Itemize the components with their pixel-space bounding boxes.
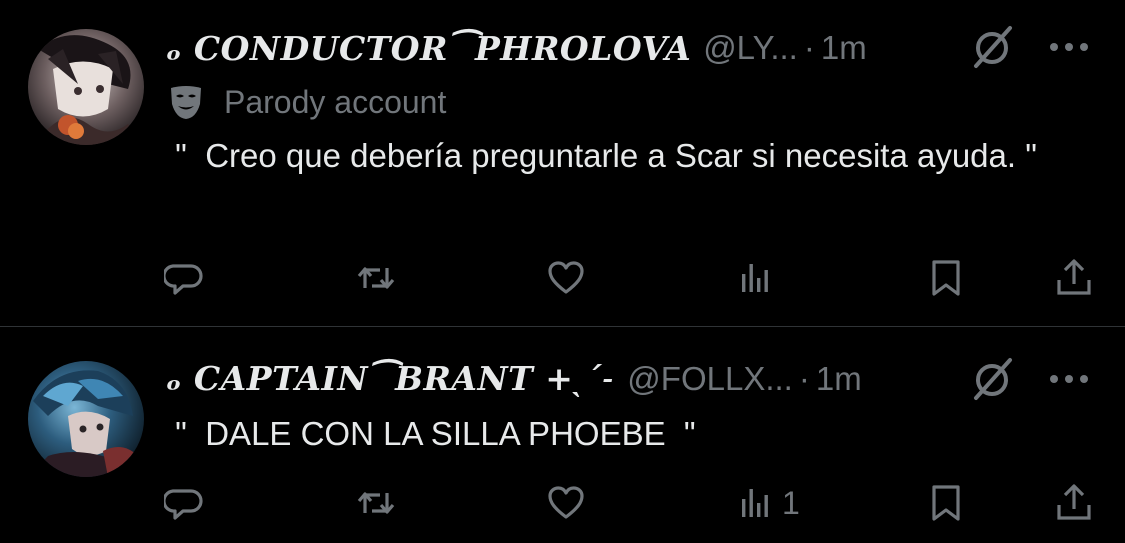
bar-chart-icon xyxy=(742,264,768,292)
repost-arrows-icon xyxy=(357,267,395,289)
repost-button[interactable] xyxy=(356,479,402,527)
reply-bubble-icon xyxy=(164,489,203,520)
tweet-text: " DALE CON LA SILLA PHOEBE " xyxy=(166,415,696,452)
heart-icon xyxy=(548,486,584,519)
action-bar: 1 xyxy=(0,479,1125,527)
like-button[interactable] xyxy=(546,254,592,302)
repost-button[interactable] xyxy=(356,254,402,302)
separator-dot: · xyxy=(798,360,810,397)
separator-dot: · xyxy=(803,29,815,66)
heart-icon xyxy=(548,261,584,294)
more-dots-icon[interactable] xyxy=(1047,40,1091,54)
bookmark-button[interactable] xyxy=(926,479,966,527)
grok-slash-circle-icon[interactable] xyxy=(968,354,1018,404)
avatar[interactable] xyxy=(28,29,144,145)
tweet-2[interactable]: ₒ CAPTAIN⁀BRANT +ˎˊ˗ @FOLLX... · 1m " DA… xyxy=(0,328,1125,543)
grok-slash-circle-icon[interactable] xyxy=(968,22,1018,72)
parody-account-label: Parody account xyxy=(224,83,447,120)
reply-button[interactable] xyxy=(164,254,210,302)
user-handle[interactable]: @LY... xyxy=(703,29,798,67)
timestamp[interactable]: 1m xyxy=(816,360,862,398)
bookmark-icon xyxy=(932,485,960,521)
views-count: 1 xyxy=(782,484,800,521)
share-button[interactable] xyxy=(1054,479,1094,527)
tweet-1[interactable]: ₒ CONDUCTOR⁀PHROLOVA @LY... · 1m Parody … xyxy=(0,0,1125,327)
display-name[interactable]: ₒ CAPTAIN⁀BRANT +ˎˊ˗ xyxy=(166,359,615,399)
bookmark-button[interactable] xyxy=(926,254,966,302)
display-name[interactable]: ₒ CONDUCTOR⁀PHROLOVA xyxy=(166,29,691,68)
views-button[interactable] xyxy=(736,254,782,302)
share-upload-icon xyxy=(1057,484,1091,520)
timeline: ₒ CONDUCTOR⁀PHROLOVA @LY... · 1m Parody … xyxy=(0,0,1125,543)
timestamp[interactable]: 1m xyxy=(821,29,867,67)
tweet-divider xyxy=(0,326,1125,327)
avatar[interactable] xyxy=(28,361,144,477)
share-upload-icon xyxy=(1057,259,1091,295)
reply-bubble-icon xyxy=(164,264,203,295)
bookmark-icon xyxy=(932,260,960,296)
action-bar xyxy=(0,254,1125,302)
reply-button[interactable] xyxy=(164,479,210,527)
tweet-text: " Creo que debería preguntarle a Scar si… xyxy=(166,137,1037,174)
like-button[interactable] xyxy=(546,479,592,527)
theater-mask-icon xyxy=(171,86,201,119)
more-dots-icon[interactable] xyxy=(1047,372,1091,386)
bar-chart-icon xyxy=(742,489,768,517)
parody-label-row: Parody account xyxy=(166,80,446,124)
share-button[interactable] xyxy=(1054,254,1094,302)
repost-arrows-icon xyxy=(357,492,395,514)
views-button[interactable]: 1 xyxy=(736,479,800,527)
user-handle[interactable]: @FOLLX... xyxy=(627,360,793,398)
